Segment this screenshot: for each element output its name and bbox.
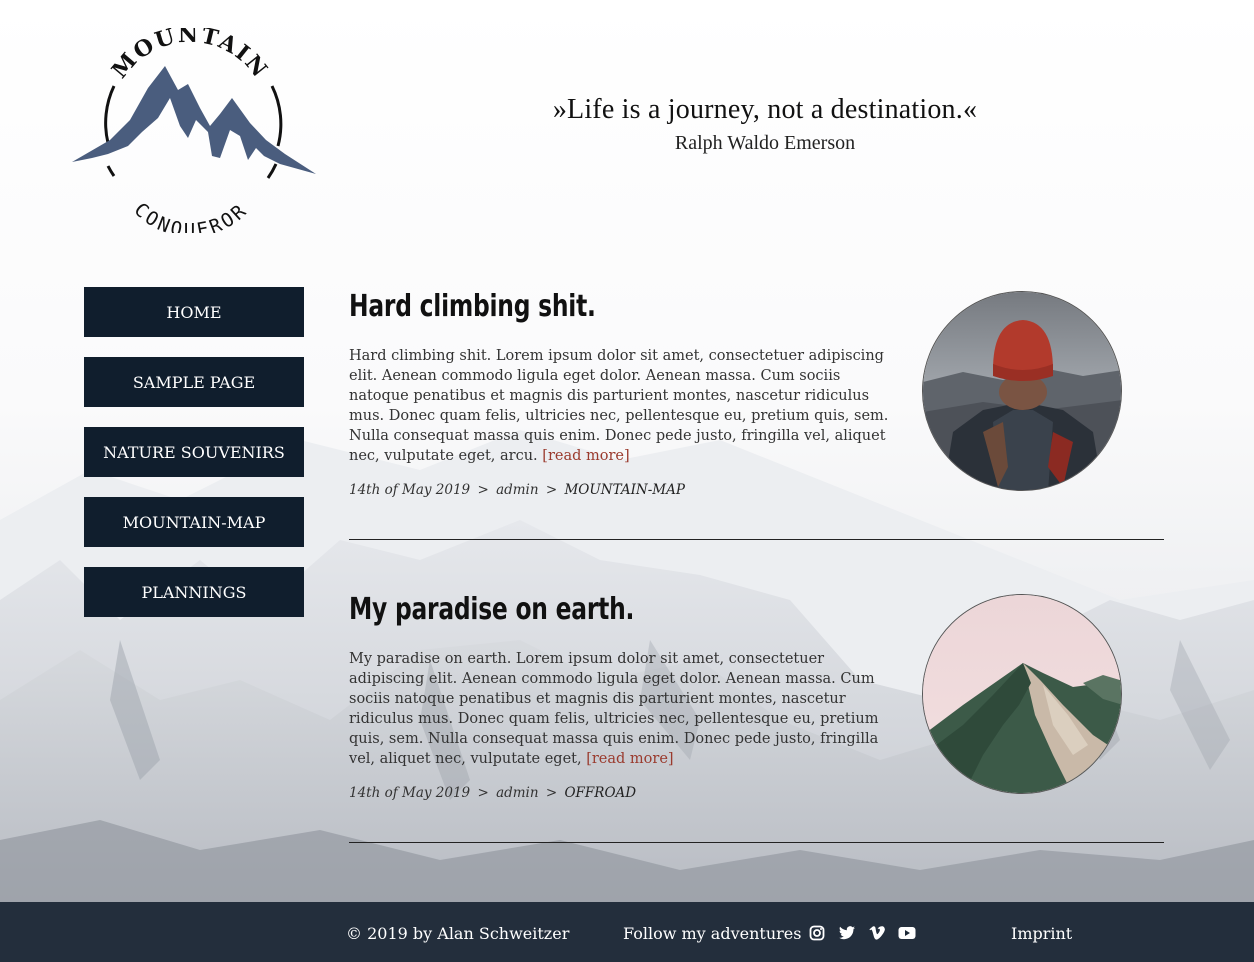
meta-separator: >	[477, 482, 489, 498]
post-category[interactable]: OFFROAD	[564, 785, 636, 801]
post-list: Hard climbing shit. Hard climbing shit. …	[349, 285, 1164, 891]
quote-author: Ralph Waldo Emerson	[674, 132, 856, 154]
nav-item-home[interactable]: HOME	[84, 287, 304, 337]
post-thumbnail-mountain[interactable]	[922, 594, 1122, 794]
twitter-icon[interactable]	[838, 924, 856, 942]
post-excerpt-text: Hard climbing shit. Lorem ipsum dolor si…	[349, 348, 889, 464]
post-divider	[349, 539, 1164, 540]
post-title[interactable]: My paradise on earth.	[349, 592, 985, 627]
quote-text: »Life is a journey, not a destination.«	[552, 94, 978, 125]
post-author[interactable]: admin	[496, 785, 539, 801]
footer-imprint-link[interactable]: Imprint	[1011, 924, 1072, 943]
post-excerpt-text: My paradise on earth. Lorem ipsum dolor …	[349, 651, 879, 767]
vimeo-icon[interactable]	[868, 924, 886, 942]
site-footer: © 2019 by Alan Schweitzer Follow my adve…	[0, 902, 1254, 962]
meta-separator: >	[545, 482, 558, 498]
social-links	[808, 924, 916, 942]
read-more-link[interactable]: [read more]	[586, 751, 673, 767]
instagram-icon[interactable]	[808, 924, 826, 942]
post-item: Hard climbing shit. Hard climbing shit. …	[349, 289, 1164, 588]
svg-text:CONQUEROR: CONQUEROR	[130, 199, 253, 233]
post-divider	[349, 842, 1164, 843]
logo-bottom-text: CONQUEROR	[130, 199, 250, 233]
site-logo[interactable]: MOUNTAIN CONQUEROR	[70, 28, 320, 233]
post-excerpt: My paradise on earth. Lorem ipsum dolor …	[349, 649, 894, 769]
nav-item-mountain-map[interactable]: MOUNTAIN-MAP	[84, 497, 304, 547]
header-quote: »Life is a journey, not a destination.« …	[480, 94, 1050, 155]
post-item: My paradise on earth. My paradise on ear…	[349, 592, 1164, 891]
post-date: 14th of May 2019	[349, 482, 471, 498]
post-excerpt: Hard climbing shit. Lorem ipsum dolor si…	[349, 346, 894, 466]
meta-separator: >	[545, 785, 558, 801]
post-date: 14th of May 2019	[349, 785, 471, 801]
main-navigation: HOME SAMPLE PAGE NATURE SOUVENIRS MOUNTA…	[84, 287, 304, 637]
nav-item-sample-page[interactable]: SAMPLE PAGE	[84, 357, 304, 407]
post-author[interactable]: admin	[496, 482, 539, 498]
nav-item-plannings[interactable]: PLANNINGS	[84, 567, 304, 617]
post-thumbnail-hiker[interactable]	[922, 291, 1122, 491]
nav-item-nature-souvenirs[interactable]: NATURE SOUVENIRS	[84, 427, 304, 477]
post-title[interactable]: Hard climbing shit.	[349, 289, 985, 324]
read-more-link[interactable]: [read more]	[542, 448, 629, 464]
youtube-icon[interactable]	[898, 924, 916, 942]
footer-copyright: © 2019 by Alan Schweitzer	[346, 924, 570, 943]
post-category[interactable]: MOUNTAIN-MAP	[564, 482, 684, 498]
meta-separator: >	[477, 785, 489, 801]
svg-text:MOUNTAIN: MOUNTAIN	[107, 28, 274, 84]
footer-follow-text: Follow my adventures	[623, 924, 802, 943]
logo-top-text: MOUNTAIN	[107, 28, 272, 84]
